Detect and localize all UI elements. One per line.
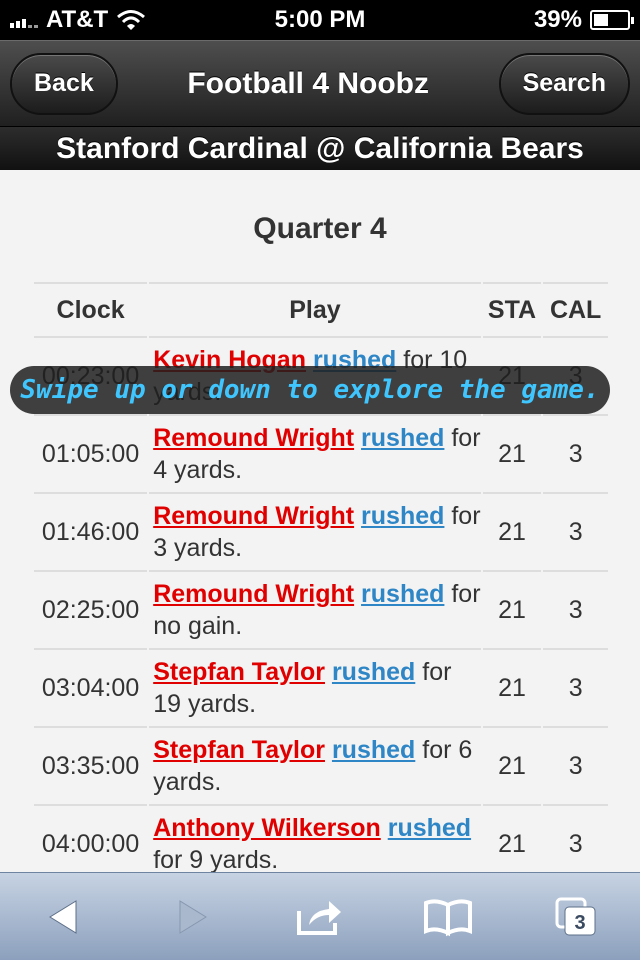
table-row: 03:04:00 Stepfan Taylor rushed for 19 ya… [34, 650, 608, 728]
battery-percent: 39% [533, 6, 582, 33]
row-sta: 21 [482, 416, 542, 494]
table-row: 02:25:00 Remound Wright rushed for no ga… [34, 572, 608, 650]
row-clock: 01:05:00 [34, 416, 148, 494]
row-play: Remound Wright rushed for no gain. [149, 572, 481, 650]
tabs-button[interactable]: 3 [536, 882, 616, 952]
player-link[interactable]: Remound Wright [153, 502, 354, 530]
action-link[interactable]: rushed [332, 658, 415, 686]
bookmarks-icon [424, 898, 472, 936]
search-button[interactable]: Search [498, 52, 630, 115]
action-link[interactable]: rushed [388, 814, 471, 842]
nav-header: Back Football 4 Noobz Search [0, 40, 640, 126]
row-cal: 3 [543, 728, 608, 806]
table-row: 04:00:00 Anthony Wilkerson rushed for 9 … [34, 806, 608, 872]
row-cal: 3 [543, 572, 608, 650]
row-play: Remound Wright rushed for 3 yards. [149, 494, 481, 572]
player-link[interactable]: Anthony Wilkerson [153, 814, 381, 842]
forward-arrow-icon [179, 899, 207, 934]
row-sta: 21 [482, 572, 542, 650]
row-cal: 3 [543, 416, 608, 494]
table-row: 01:05:00 Remound Wright rushed for 4 yar… [34, 416, 608, 494]
player-link[interactable]: Remound Wright [153, 580, 354, 608]
row-play: Anthony Wilkerson rushed for 9 yards. [149, 806, 481, 872]
play-desc: for 9 yards. [153, 846, 279, 872]
action-link[interactable]: rushed [361, 424, 444, 452]
tabs-icon: 3 [555, 897, 596, 935]
tabs-count: 3 [574, 912, 585, 934]
action-link[interactable]: rushed [361, 580, 444, 608]
row-sta: 21 [482, 494, 542, 572]
player-link[interactable]: Stepfan Taylor [153, 658, 325, 686]
row-clock: 04:00:00 [34, 806, 147, 872]
row-play: Remound Wright rushed for 4 yards. [149, 416, 481, 494]
player-link[interactable]: Stepfan Taylor [153, 736, 325, 764]
status-left: AT&T [10, 6, 210, 34]
header-play: Play [149, 282, 481, 338]
carrier-label: AT&T [46, 6, 109, 33]
wifi-icon [117, 10, 146, 30]
row-clock: 01:46:00 [34, 494, 148, 572]
row-play: Stepfan Taylor rushed for 6 yards. [149, 728, 481, 806]
share-icon [297, 900, 341, 935]
action-link[interactable]: rushed [332, 736, 415, 764]
row-sta: 21 [483, 806, 542, 872]
back-arrow-icon [49, 899, 77, 934]
row-clock: 03:04:00 [34, 650, 148, 728]
player-link[interactable]: Remound Wright [153, 424, 354, 452]
browser-toolbar: 3 [0, 872, 640, 960]
game-title: Stanford Cardinal @ California Bears [0, 126, 640, 170]
browser-forward-button[interactable] [152, 882, 232, 952]
row-cal: 3 [543, 494, 608, 572]
swipe-hint-toast: Swipe up or down to explore the game. [10, 366, 610, 414]
table-row: 03:35:00 Stepfan Taylor rushed for 6 yar… [34, 728, 608, 806]
table-row: 01:46:00 Remound Wright rushed for 3 yar… [34, 494, 608, 572]
signal-icon [10, 12, 38, 28]
header-sta: STA [482, 282, 542, 338]
app-title: Football 4 Noobz [187, 66, 429, 100]
status-bar: AT&T 5:00 PM 39% [0, 0, 640, 40]
action-link[interactable]: rushed [361, 502, 444, 530]
row-clock: 03:35:00 [34, 728, 148, 806]
row-cal: 3 [543, 806, 608, 872]
quarter-title: Quarter 4 [253, 212, 387, 245]
row-sta: 21 [482, 650, 542, 728]
row-clock: 02:25:00 [34, 572, 148, 650]
back-button[interactable]: Back [10, 52, 118, 115]
play-by-play-content[interactable]: Quarter 4 Clock Play STA CAL 00:23:00 Ke… [0, 170, 640, 872]
battery-icon [590, 10, 634, 30]
status-time: 5:00 PM [274, 6, 366, 33]
status-right: 39% [430, 6, 634, 34]
row-sta: 21 [482, 728, 542, 806]
share-button[interactable] [280, 882, 360, 952]
table-header-row: Clock Play STA CAL [34, 282, 608, 338]
browser-back-button[interactable] [24, 882, 104, 952]
header-cal: CAL [543, 282, 608, 338]
row-cal: 3 [543, 650, 608, 728]
bookmarks-button[interactable] [408, 882, 488, 952]
header-clock: Clock [34, 282, 148, 338]
row-play: Stepfan Taylor rushed for 19 yards. [149, 650, 481, 728]
